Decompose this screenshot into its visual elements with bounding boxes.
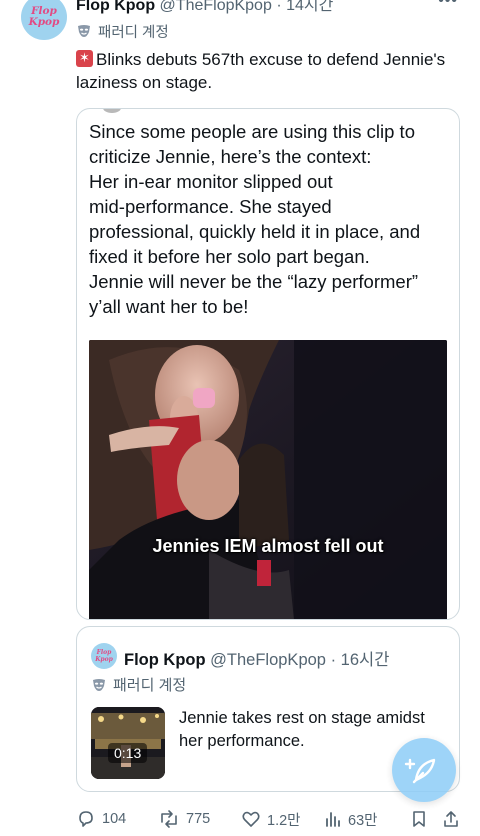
author-avatar[interactable]: Flop Kpop [21,0,67,40]
parody-account-label: 패러디 계정 [76,21,169,41]
video-still[interactable]: Jennies IEM almost fell out [89,340,447,619]
video-duration-badge: 0:13 [108,743,148,763]
author-row: Flop Kpop @TheFlopKpop · 14시간 [76,0,333,14]
bookmark-button[interactable] [410,806,428,832]
author-handle[interactable]: @TheFlopKpop [160,0,272,14]
heart-icon [242,811,260,827]
performer-still-image [89,340,447,619]
parody-mask-icon [93,678,105,691]
video-caption: Jennies IEM almost fell out [152,536,384,556]
view-count: 63만 [348,812,378,829]
views-bar-chart-icon [326,812,340,827]
tweet-text: Blinks debuts 567th excuse to defend Jen… [76,48,461,94]
tweet-detail-page: Flop Kpop Flop Kpop @TheFlopKpop · 14시간 … [0,0,480,836]
quoted-parody-label: 패러디 계정 [91,674,186,695]
reply-icon [79,811,93,827]
quoted-parody-label-text: 패러디 계정 [113,677,187,694]
tweet-text-content: Blinks debuts 567th excuse to defend Jen… [76,50,446,92]
rotating-light-icon [76,49,93,67]
quoted-tweet-timestamp: · 16시간 [330,651,390,669]
share-icon [444,811,458,827]
like-count: 1.2만 [267,812,301,829]
avatar-text-line2: Kpop [28,16,60,28]
repost-button[interactable]: 775 [158,806,210,832]
attached-image-card[interactable]: Since some people are using this clip to… [76,108,460,620]
reply-count: 104 [102,811,127,827]
screenshot-body-text: Since some people are using this clip to… [89,121,421,317]
cropped-avatar-sliver [103,109,121,113]
compose-feather-icon [404,758,436,784]
quoted-author-name: Flop Kpop [124,651,206,669]
like-button[interactable]: 1.2만 [241,806,301,832]
repost-icon [161,810,177,828]
views-button[interactable]: 63만 [324,806,377,832]
tweet-timestamp[interactable]: · 14시간 [276,0,333,14]
share-button[interactable] [442,806,460,832]
author-name[interactable]: Flop Kpop [76,0,155,14]
quoted-author-row: Flop Kpop @TheFlopKpop · 16시간 [124,646,389,670]
more-horizontal-icon[interactable]: ••• [438,0,458,10]
bookmark-icon [413,811,425,827]
quoted-video-thumbnail[interactable]: 0:13 [91,707,165,779]
quoted-author-handle: @TheFlopKpop [210,651,326,669]
quoted-author-avatar: Flop Kpop [91,643,117,669]
parody-label-text: 패러디 계정 [98,24,169,41]
repost-count: 775 [186,811,211,827]
parody-mask-icon [78,25,90,37]
tweet-action-bar: 104 775 1.2만 63만 [76,806,466,832]
quoted-avatar-text-line1: Flop [96,649,112,656]
compose-button[interactable] [392,738,456,802]
quoted-avatar-text-line2: Kpop [95,656,113,663]
reply-button[interactable]: 104 [76,806,126,832]
